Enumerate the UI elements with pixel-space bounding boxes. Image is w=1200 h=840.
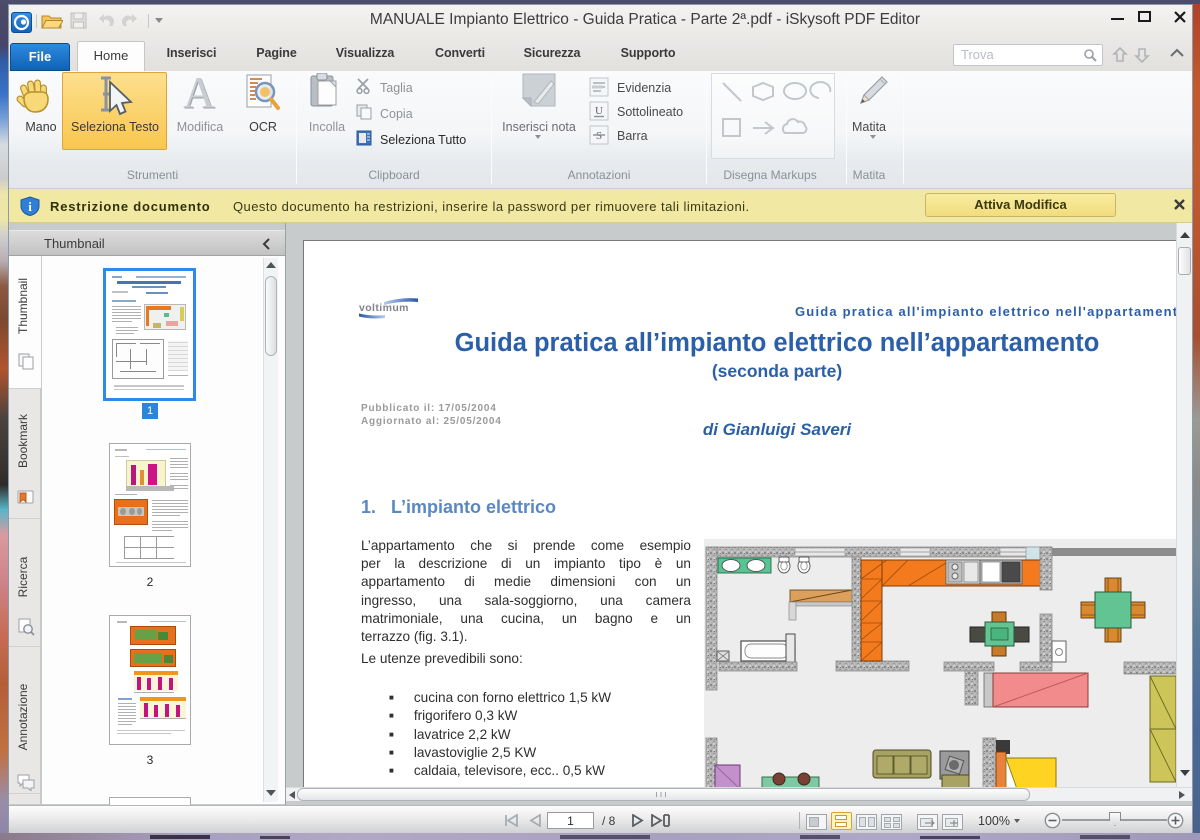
svg-text:voltimum: voltimum [359, 302, 409, 314]
svg-text:i: i [28, 199, 32, 214]
svg-text:S: S [596, 130, 602, 142]
svg-text:U: U [595, 105, 603, 117]
